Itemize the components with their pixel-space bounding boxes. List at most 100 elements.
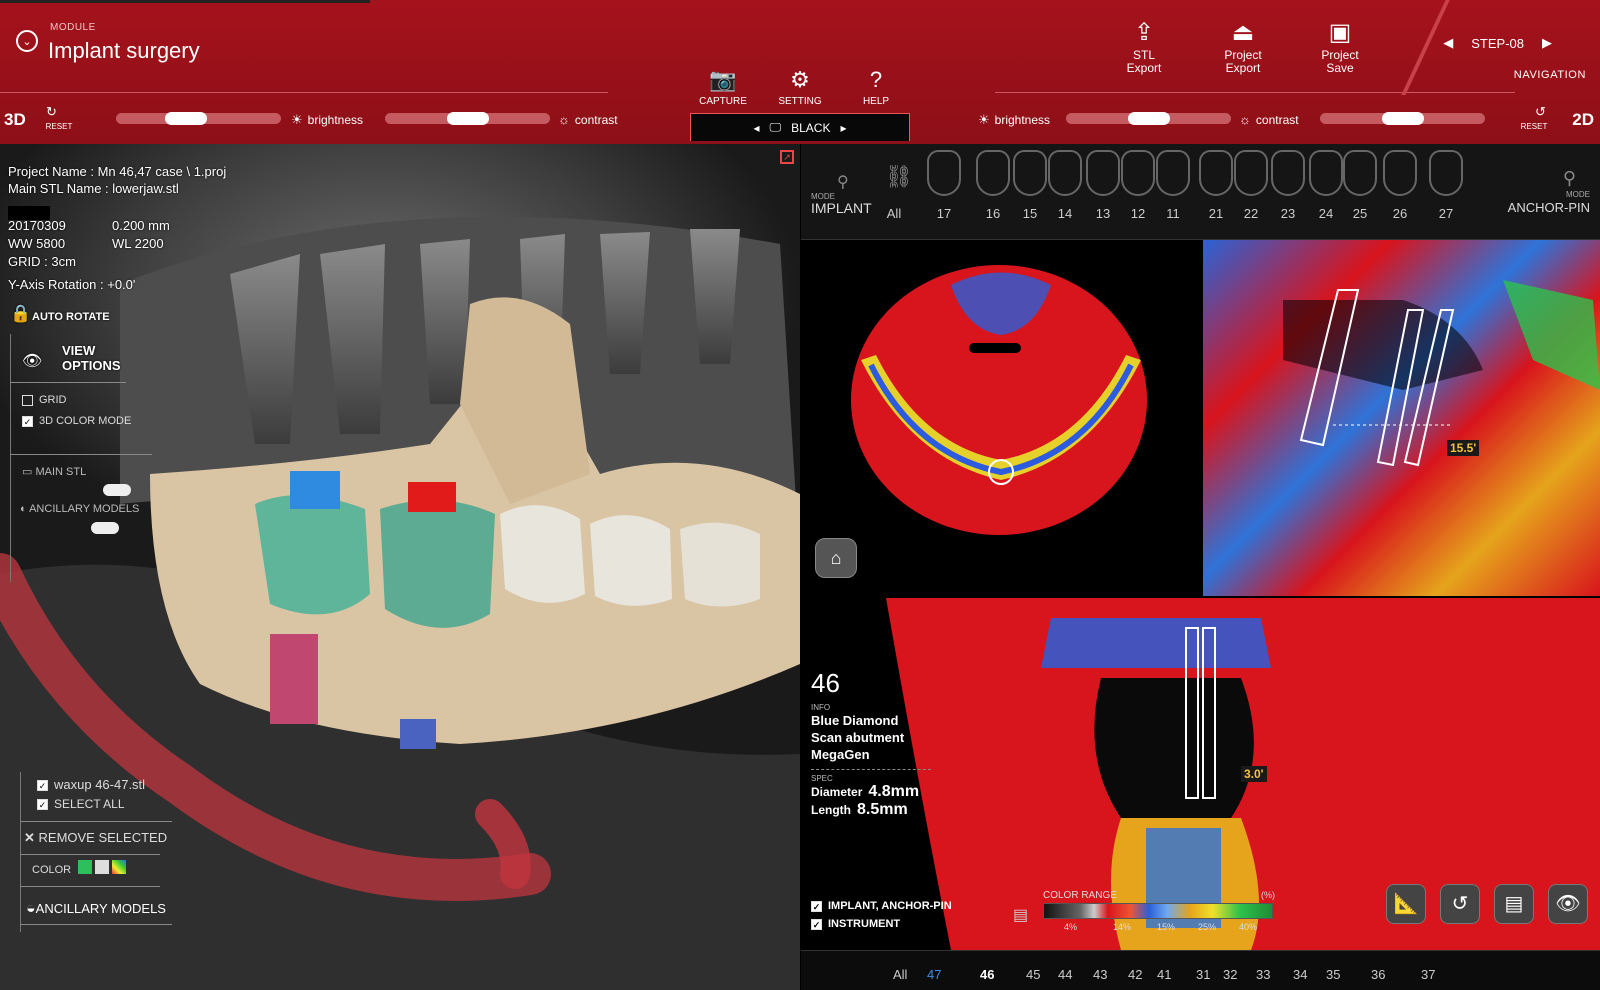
color-swatch-green[interactable]: [78, 860, 92, 874]
tooth-icon-24[interactable]: [1309, 150, 1343, 196]
checkmark-icon[interactable]: ✓: [37, 780, 48, 792]
scan-abutment-blue[interactable]: [290, 471, 340, 509]
tooth-all[interactable]: All: [893, 967, 907, 982]
ancillary-models-button[interactable]: ◒ANCILLARY MODELS: [26, 900, 166, 918]
ancillary-models-toggle[interactable]: [91, 522, 119, 534]
tooth-21[interactable]: 21: [1199, 206, 1233, 221]
lower-tooth-42[interactable]: 42: [1128, 967, 1142, 982]
tooth-13[interactable]: 13: [1086, 206, 1120, 221]
waxup-crown-47[interactable]: [255, 495, 370, 615]
slider-knob[interactable]: [447, 112, 489, 125]
main-stl-toggle[interactable]: [103, 484, 131, 496]
tooth-icon-12[interactable]: [1121, 150, 1155, 196]
contrast-slider-3d[interactable]: [385, 112, 550, 125]
project-export-button[interactable]: ⏏ Project Export: [1217, 20, 1269, 75]
grid-checkbox[interactable]: GRID: [22, 394, 67, 406]
lower-tooth-34[interactable]: 34: [1293, 967, 1307, 982]
checkmark-icon[interactable]: ✓: [37, 799, 48, 811]
tooth-icon-27[interactable]: [1429, 150, 1463, 196]
tooth-16[interactable]: 16: [976, 206, 1010, 221]
capture-button[interactable]: 📷 CAPTURE: [698, 68, 748, 108]
tooth-icon-13[interactable]: [1086, 150, 1120, 196]
tooth-icon-26[interactable]: [1383, 150, 1417, 196]
tooth-11[interactable]: 11: [1156, 206, 1190, 221]
jaw-mode-icon[interactable]: ⌂: [815, 538, 857, 578]
tooth-25[interactable]: 25: [1343, 206, 1377, 221]
slider-knob[interactable]: [1382, 112, 1424, 125]
3d-view[interactable]: ↗ Project Name : Mn 46,47 case \ 1.proj …: [0, 144, 800, 990]
tooth-icon-25[interactable]: [1343, 150, 1377, 196]
next-step-arrow-icon[interactable]: ▶: [1542, 35, 1552, 51]
project-save-button[interactable]: ▣ Project Save: [1314, 20, 1366, 75]
rotate-tool-icon[interactable]: ↺: [1440, 884, 1480, 924]
lock-icon[interactable]: 🔒: [10, 304, 31, 324]
auto-rotate-label[interactable]: AUTO ROTATE: [32, 311, 110, 323]
module-chevron-icon[interactable]: ⌄: [16, 30, 38, 52]
checkbox-icon[interactable]: [22, 394, 33, 406]
setting-button[interactable]: ⚙ SETTING: [774, 68, 826, 108]
lower-tooth-35[interactable]: 35: [1326, 967, 1340, 982]
color-swatch-white[interactable]: [95, 860, 110, 874]
lower-tooth-46[interactable]: 46: [980, 967, 994, 982]
stl-export-button[interactable]: ⇪ STL Export: [1120, 20, 1168, 75]
implant-fixture-47[interactable]: [270, 634, 318, 724]
tooth-icon-16[interactable]: [976, 150, 1010, 196]
brightness-slider-2d[interactable]: [1066, 112, 1231, 125]
slider-knob[interactable]: [165, 112, 207, 125]
tooth-all[interactable]: All: [877, 206, 911, 221]
checkmark-icon[interactable]: ✓: [22, 415, 33, 427]
prev-arrow-icon[interactable]: ◂: [754, 121, 760, 135]
mode-value-anchor-pin[interactable]: ANCHOR-PIN: [1508, 200, 1590, 215]
view-options-button[interactable]: VIEW OPTIONS: [62, 343, 121, 373]
tooth-12[interactable]: 12: [1121, 206, 1155, 221]
ruler-tool-icon[interactable]: 📐: [1386, 884, 1426, 924]
scan-abutment-red[interactable]: [408, 482, 456, 512]
tooth-icon-22[interactable]: [1234, 150, 1268, 196]
lower-tooth-31[interactable]: 31: [1196, 967, 1210, 982]
lower-tooth-36[interactable]: 36: [1371, 967, 1385, 982]
tooth-icon-15[interactable]: [1013, 150, 1047, 196]
lower-tooth-44[interactable]: 44: [1058, 967, 1072, 982]
tooth-14[interactable]: 14: [1048, 206, 1082, 221]
lower-tooth-47[interactable]: 47: [927, 967, 941, 982]
implant-fixture-46[interactable]: [400, 719, 436, 749]
sagittal-view[interactable]: 15.5': [1203, 240, 1600, 596]
waxup-file-checkbox[interactable]: ✓ waxup 46-47.stl: [37, 777, 145, 792]
prev-step-arrow-icon[interactable]: ◀: [1443, 35, 1453, 51]
color-range-bar[interactable]: [1043, 903, 1273, 919]
tooth-17[interactable]: 17: [927, 206, 961, 221]
tooth-23[interactable]: 23: [1271, 206, 1305, 221]
tooth-icon-11[interactable]: [1156, 150, 1190, 196]
mode-3d-label[interactable]: 3D: [4, 110, 26, 130]
waxup-crown-46[interactable]: [380, 500, 495, 628]
tooth-27[interactable]: 27: [1429, 206, 1463, 221]
checkmark-icon[interactable]: ✓: [811, 918, 822, 930]
next-arrow-icon[interactable]: ▸: [840, 121, 846, 135]
remove-selected-button[interactable]: ✕ REMOVE SELECTED: [24, 830, 167, 846]
tooth-15[interactable]: 15: [1013, 206, 1047, 221]
background-selector[interactable]: ◂ 🖵 BLACK ▸: [690, 113, 910, 141]
tooth-icon-14[interactable]: [1048, 150, 1082, 196]
select-all-checkbox[interactable]: ✓ SELECT ALL: [37, 797, 125, 811]
lower-tooth-33[interactable]: 33: [1256, 967, 1270, 982]
tooth-22[interactable]: 22: [1234, 206, 1268, 221]
eye-tool-icon[interactable]: 👁: [1548, 884, 1588, 924]
reset-2d-button[interactable]: RESET: [1515, 109, 1553, 139]
link-icon[interactable]: ⛓: [885, 164, 913, 190]
lower-tooth-37[interactable]: 37: [1421, 967, 1435, 982]
instrument-checkbox[interactable]: ✓ INSTRUMENT: [811, 918, 900, 930]
histogram-icon[interactable]: ▤: [1013, 905, 1028, 925]
tooth-24[interactable]: 24: [1309, 206, 1343, 221]
coronal-view[interactable]: 3.0' 46 INFO Blue Diamond Scan abutment …: [801, 598, 1600, 950]
tooth-icon-17[interactable]: [927, 150, 961, 196]
expand-view-icon[interactable]: ↗: [780, 150, 794, 164]
tooth-icon-21[interactable]: [1199, 150, 1233, 196]
reset-3d-button[interactable]: RESET: [40, 109, 78, 139]
tooth-26[interactable]: 26: [1383, 206, 1417, 221]
lower-tooth-41[interactable]: 41: [1157, 967, 1171, 982]
lower-tooth-45[interactable]: 45: [1026, 967, 1040, 982]
implant-anchor-checkbox[interactable]: ✓ IMPLANT, ANCHOR-PIN: [811, 900, 952, 912]
slider-knob[interactable]: [1128, 112, 1170, 125]
checkmark-icon[interactable]: ✓: [811, 900, 822, 912]
axial-view[interactable]: ⌂: [801, 240, 1201, 596]
